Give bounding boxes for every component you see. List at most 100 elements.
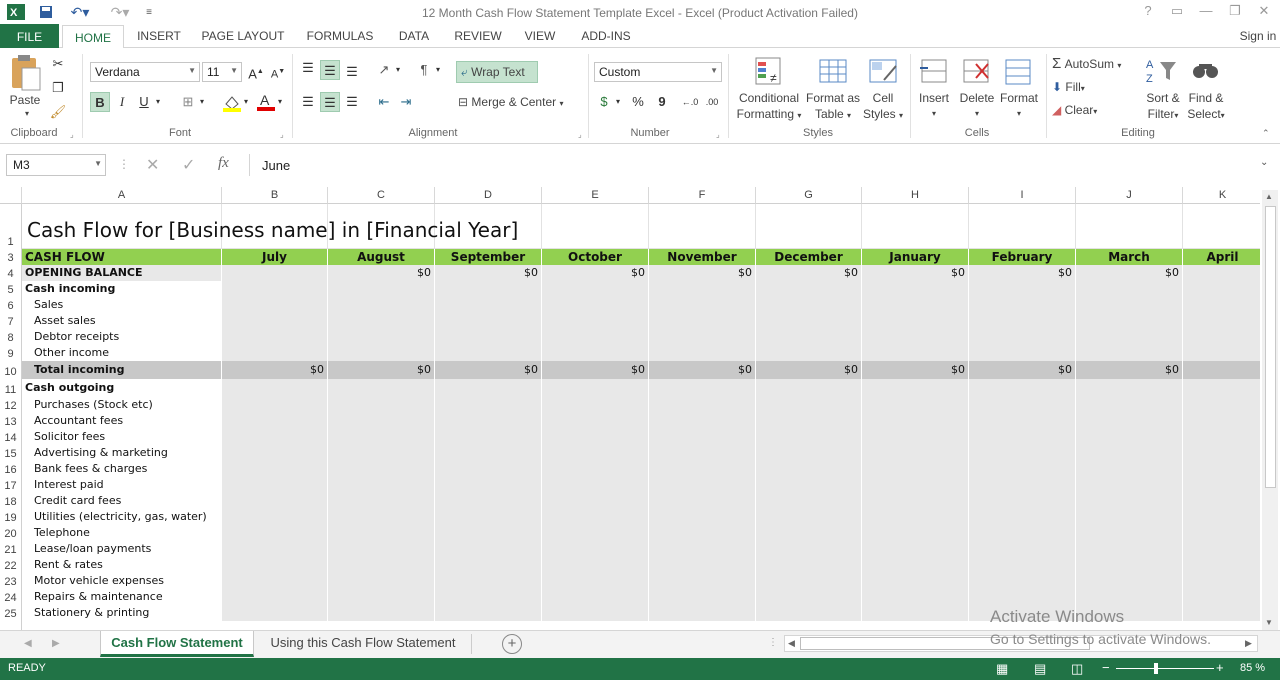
- grid-cell[interactable]: [435, 509, 542, 525]
- grid-cell[interactable]: [1076, 541, 1183, 557]
- grid-cell[interactable]: [542, 329, 649, 345]
- zoom-level[interactable]: 85 %: [1240, 662, 1265, 674]
- section-label[interactable]: Cash outgoing: [22, 379, 222, 397]
- grid-cell[interactable]: [649, 297, 756, 313]
- sort-filter-icon[interactable]: AZ: [1146, 56, 1178, 91]
- grid-cell[interactable]: [862, 541, 969, 557]
- grid-cell[interactable]: [542, 541, 649, 557]
- grid-cell[interactable]: [435, 379, 542, 397]
- format-cells-icon[interactable]: [1002, 56, 1034, 91]
- row-label[interactable]: Telephone: [22, 525, 222, 541]
- grid-cell[interactable]: [542, 589, 649, 605]
- grid-cell[interactable]: [1183, 297, 1260, 313]
- month-header[interactable]: September: [435, 249, 542, 265]
- grid-cell[interactable]: [1183, 329, 1260, 345]
- grid-cell[interactable]: [542, 313, 649, 329]
- close-icon[interactable]: ✕: [1253, 3, 1275, 21]
- clipboard-launcher-icon[interactable]: ⌟: [70, 130, 74, 139]
- grid-cell[interactable]: [328, 445, 435, 461]
- grid-cell[interactable]: [756, 397, 862, 413]
- grid-cell[interactable]: [435, 605, 542, 621]
- grid-cell[interactable]: [649, 313, 756, 329]
- row-label[interactable]: Debtor receipts: [22, 329, 222, 345]
- section-label[interactable]: Cash incoming: [22, 281, 222, 297]
- sheet-tab-cash-flow-statement[interactable]: Cash Flow Statement: [100, 631, 254, 657]
- grid-cell[interactable]: [862, 461, 969, 477]
- column-header[interactable]: A: [22, 187, 222, 204]
- row-header[interactable]: 22: [0, 557, 22, 573]
- grid-cell[interactable]: [435, 397, 542, 413]
- grid-cell[interactable]: [649, 509, 756, 525]
- grid-cell[interactable]: [222, 281, 328, 297]
- month-header[interactable]: February: [969, 249, 1076, 265]
- grid-cell[interactable]: [328, 525, 435, 541]
- grid-cell[interactable]: [1076, 557, 1183, 573]
- autosum-button[interactable]: Σ AutoSum ▾: [1052, 56, 1142, 74]
- grid-cell[interactable]: [542, 477, 649, 493]
- grid-cell[interactable]: [328, 493, 435, 509]
- grid-cell[interactable]: [222, 461, 328, 477]
- tab-page-layout[interactable]: PAGE LAYOUT: [198, 29, 288, 48]
- grid-cell[interactable]: [862, 204, 969, 249]
- grid-cell[interactable]: [435, 329, 542, 345]
- grid-cell[interactable]: [649, 573, 756, 589]
- grid-cell[interactable]: [328, 589, 435, 605]
- grid-cell[interactable]: [969, 397, 1076, 413]
- grid-cell[interactable]: [969, 557, 1076, 573]
- grid-cell[interactable]: [1183, 589, 1260, 605]
- accounting-dropdown-icon[interactable]: ▾: [612, 92, 624, 112]
- column-header[interactable]: J: [1076, 187, 1183, 204]
- amount-cell[interactable]: $0: [862, 265, 969, 281]
- amount-cell[interactable]: $0: [222, 361, 328, 379]
- tab-data[interactable]: DATA: [392, 29, 436, 48]
- confirm-entry-icon[interactable]: ✓: [182, 155, 195, 175]
- scroll-down-icon[interactable]: ▼: [1265, 618, 1273, 627]
- grid-cell[interactable]: [1183, 557, 1260, 573]
- decrease-indent-icon[interactable]: ⇤: [374, 92, 394, 112]
- vertical-scroll-thumb[interactable]: [1265, 206, 1276, 488]
- amount-cell[interactable]: $0: [862, 361, 969, 379]
- percent-style-button[interactable]: %: [628, 92, 648, 112]
- row-label[interactable]: Advertising & marketing: [22, 445, 222, 461]
- row-header[interactable]: 6: [0, 297, 22, 313]
- conditional-formatting-icon[interactable]: ≠: [754, 56, 786, 91]
- grid-cell[interactable]: [222, 573, 328, 589]
- row-header[interactable]: 25: [0, 605, 22, 621]
- grid-cell[interactable]: [969, 493, 1076, 509]
- vertical-scrollbar[interactable]: ▲ ▼: [1262, 190, 1278, 630]
- grid-cell[interactable]: [222, 509, 328, 525]
- month-header[interactable]: December: [756, 249, 862, 265]
- grid-cell[interactable]: [435, 493, 542, 509]
- row-header[interactable]: 18: [0, 493, 22, 509]
- amount-cell[interactable]: $0: [756, 361, 862, 379]
- grid-cell[interactable]: [328, 509, 435, 525]
- row-label[interactable]: Total incoming: [22, 361, 222, 379]
- grid-cell[interactable]: [328, 605, 435, 621]
- tab-formulas[interactable]: FORMULAS: [302, 29, 378, 48]
- amount-cell[interactable]: $0: [1076, 361, 1183, 379]
- grid-cell[interactable]: [328, 573, 435, 589]
- column-header[interactable]: K: [1183, 187, 1260, 204]
- tab-view[interactable]: VIEW: [520, 29, 560, 48]
- amount-cell[interactable]: [1183, 361, 1260, 379]
- grid-cell[interactable]: [969, 413, 1076, 429]
- grid-cell[interactable]: [649, 397, 756, 413]
- grid-cell[interactable]: [1183, 493, 1260, 509]
- grid-cell[interactable]: [649, 204, 756, 249]
- grid-cell[interactable]: [1183, 573, 1260, 589]
- orientation-dropdown-icon[interactable]: ▾: [392, 60, 404, 80]
- grid-cell[interactable]: [649, 345, 756, 361]
- comma-style-button[interactable]: 9: [652, 92, 672, 112]
- grid-cell[interactable]: [969, 461, 1076, 477]
- insert-cells-button[interactable]: Insert ▾: [912, 90, 956, 122]
- amount-cell[interactable]: $0: [328, 361, 435, 379]
- row-header[interactable]: 5: [0, 281, 22, 297]
- merge-center-button[interactable]: ⊟ Merge & Center ▾: [458, 94, 582, 112]
- grid-cell[interactable]: [1076, 493, 1183, 509]
- grid-cell[interactable]: [756, 509, 862, 525]
- cancel-entry-icon[interactable]: ✕: [146, 155, 159, 175]
- borders-icon[interactable]: ⊞: [178, 92, 198, 112]
- grid-cell[interactable]: [328, 397, 435, 413]
- row-label[interactable]: Sales: [22, 297, 222, 313]
- grid-cell[interactable]: [1183, 397, 1260, 413]
